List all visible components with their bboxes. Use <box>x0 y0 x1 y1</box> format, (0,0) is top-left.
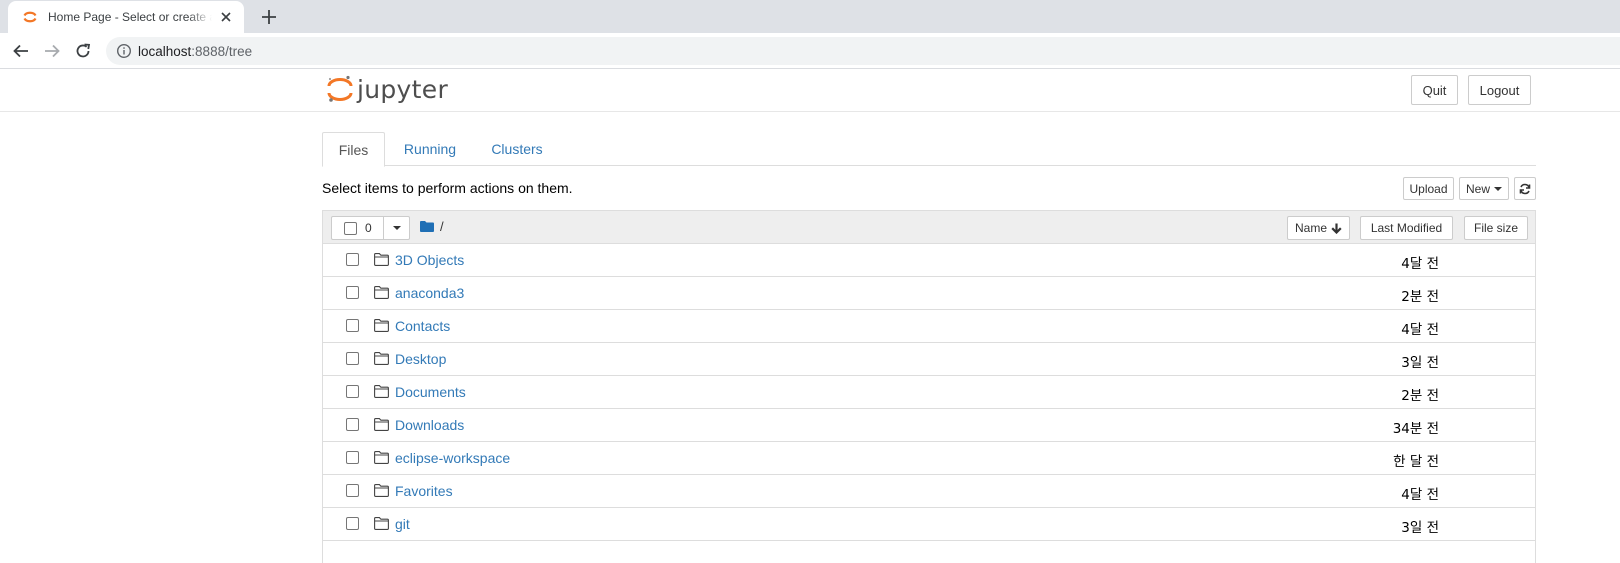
select-menu-toggle[interactable] <box>384 217 409 239</box>
jupyter-logo[interactable]: jupyter <box>327 74 448 104</box>
row-checkbox[interactable] <box>346 319 359 332</box>
site-info-icon[interactable] <box>116 43 132 59</box>
browser-tabstrip: Home Page - Select or create a notebook <box>0 0 1620 33</box>
row-checkbox[interactable] <box>346 484 359 497</box>
row-checkbox[interactable] <box>346 253 359 266</box>
row-checkbox[interactable] <box>346 352 359 365</box>
row-checkbox[interactable] <box>346 451 359 464</box>
url-host: localhost <box>138 43 192 59</box>
tab-clusters[interactable]: Clusters <box>482 132 552 166</box>
file-modified: 4달 전 <box>1401 322 1439 338</box>
row-checkbox[interactable] <box>346 418 359 431</box>
folder-outline-icon <box>374 517 389 530</box>
breadcrumb-root[interactable]: / <box>440 219 444 234</box>
folder-outline-icon <box>374 352 389 365</box>
jupyter-favicon-icon <box>23 11 37 23</box>
folder-outline-icon <box>374 484 389 497</box>
row-checkbox[interactable] <box>346 517 359 530</box>
new-button-label: New <box>1465 181 1490 196</box>
logo-text: jupyter <box>357 74 449 104</box>
folder-outline-icon <box>374 418 389 431</box>
refresh-icon <box>1519 183 1531 194</box>
file-modified: 한 달 전 <box>1393 454 1439 470</box>
tab-running[interactable]: Running <box>394 132 466 166</box>
file-name-link[interactable]: Documents <box>395 384 466 400</box>
refresh-button[interactable] <box>1514 177 1536 200</box>
folder-outline-icon <box>374 319 389 332</box>
select-all-area: 0 <box>332 217 384 239</box>
file-list-header: 0 / Name Last Modified File size <box>323 211 1535 244</box>
reload-icon[interactable] <box>74 42 92 60</box>
folder-outline-icon <box>374 385 389 398</box>
table-row: Documents 2분 전 <box>323 376 1535 409</box>
browser-toolbar: localhost:8888/tree <box>0 33 1620 69</box>
caret-down-icon <box>1494 186 1502 191</box>
sort-size-button[interactable]: File size <box>1464 216 1528 240</box>
dashboard-tabs: Files Running Clusters <box>322 132 1536 167</box>
jupyter-header: jupyter Quit Logout <box>0 69 1620 112</box>
file-name-link[interactable]: anaconda3 <box>395 285 464 301</box>
jupyter-logo-icon <box>327 75 353 102</box>
select-all-checkbox[interactable] <box>344 221 357 235</box>
tab-files[interactable]: Files <box>322 132 385 167</box>
sort-name-label: Name <box>1294 221 1327 235</box>
sort-modified-button[interactable]: Last Modified <box>1360 216 1453 240</box>
forward-arrow-icon[interactable] <box>43 42 61 60</box>
table-row: Downloads 34분 전 <box>323 409 1535 442</box>
table-row: Contacts 4달 전 <box>323 310 1535 343</box>
back-arrow-icon[interactable] <box>12 42 30 60</box>
breadcrumb[interactable]: / <box>420 219 444 234</box>
selection-hint: Select items to perform actions on them. <box>322 180 573 196</box>
table-row: anaconda3 2분 전 <box>323 277 1535 310</box>
file-modified: 2분 전 <box>1401 289 1439 305</box>
file-name-link[interactable]: 3D Objects <box>395 252 464 268</box>
file-modified: 34분 전 <box>1392 421 1439 437</box>
file-modified: 2분 전 <box>1401 388 1439 404</box>
sort-name-button[interactable]: Name <box>1287 216 1350 240</box>
file-list: 0 / Name Last Modified File size 3D Obje… <box>322 210 1536 563</box>
new-tab-plus-icon[interactable] <box>260 8 278 26</box>
file-name-link[interactable]: Desktop <box>395 351 446 367</box>
new-dropdown-button[interactable]: New <box>1459 177 1509 200</box>
file-modified: 3일 전 <box>1401 355 1439 371</box>
folder-outline-icon <box>374 451 389 464</box>
caret-down-icon <box>392 226 401 230</box>
tab-title: Home Page - Select or create a notebook <box>48 10 212 24</box>
file-name-link[interactable]: Downloads <box>395 417 464 433</box>
row-checkbox[interactable] <box>346 385 359 398</box>
address-bar[interactable]: localhost:8888/tree <box>106 37 1620 65</box>
row-checkbox[interactable] <box>346 286 359 299</box>
table-row: 3D Objects 4달 전 <box>323 244 1535 277</box>
file-modified: 3일 전 <box>1401 520 1439 536</box>
folder-outline-icon <box>374 253 389 266</box>
folder-outline-icon <box>374 286 389 299</box>
folder-icon <box>420 221 434 232</box>
url-text: localhost:8888/tree <box>138 44 252 59</box>
file-name-link[interactable]: git <box>395 516 410 532</box>
file-name-link[interactable]: Contacts <box>395 318 450 334</box>
table-row: Favorites 4달 전 <box>323 475 1535 508</box>
browser-tab[interactable]: Home Page - Select or create a notebook <box>8 1 244 33</box>
url-path: :8888/tree <box>191 43 253 59</box>
file-modified: 4달 전 <box>1401 487 1439 503</box>
close-tab-icon[interactable] <box>218 9 234 25</box>
select-all-control: 0 <box>331 216 410 240</box>
quit-button[interactable]: Quit <box>1411 75 1458 105</box>
selected-count: 0 <box>365 221 372 235</box>
logout-button[interactable]: Logout <box>1468 75 1531 105</box>
file-modified: 4달 전 <box>1401 256 1439 272</box>
table-row: eclipse-workspace 한 달 전 <box>323 442 1535 475</box>
table-row: git 3일 전 <box>323 508 1535 541</box>
table-row: Desktop 3일 전 <box>323 343 1535 376</box>
file-name-link[interactable]: Favorites <box>395 483 453 499</box>
upload-button[interactable]: Upload <box>1403 177 1454 200</box>
file-name-link[interactable]: eclipse-workspace <box>395 450 510 466</box>
arrow-down-icon <box>1331 223 1342 234</box>
